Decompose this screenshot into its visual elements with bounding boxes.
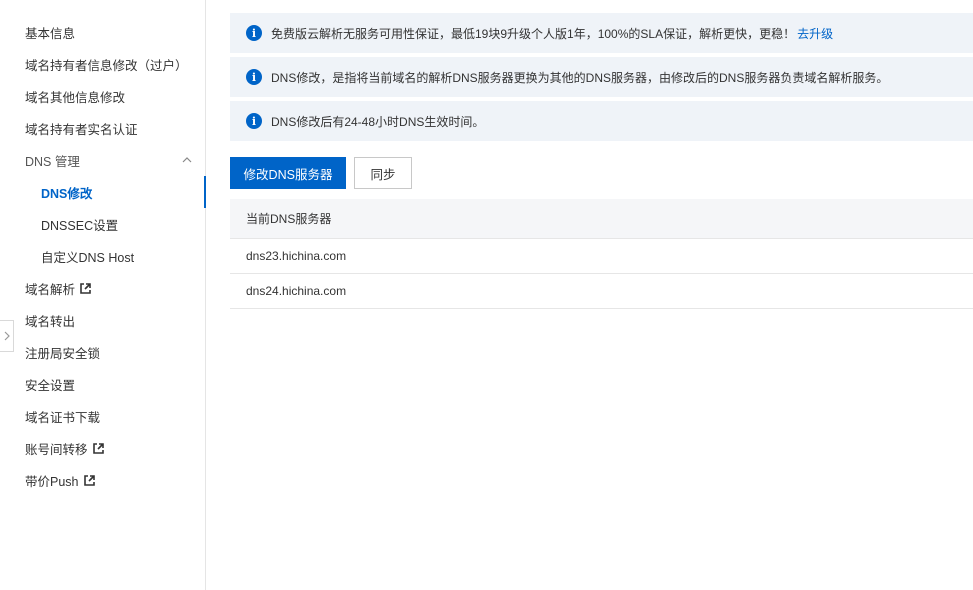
external-link-icon bbox=[83, 474, 95, 486]
upgrade-link[interactable]: 去升级 bbox=[797, 25, 833, 42]
chevron-right-icon bbox=[4, 331, 10, 341]
sidebar-item-label: 基本信息 bbox=[25, 26, 76, 41]
info-icon: i bbox=[246, 25, 262, 41]
sidebar-item-dns-host[interactable]: 自定义DNS Host bbox=[0, 240, 205, 272]
column-header-dns-server: 当前DNS服务器 bbox=[246, 212, 332, 226]
sidebar-item-price-push[interactable]: 带价Push bbox=[0, 464, 205, 496]
dns-server-table: 当前DNS服务器 dns23.hichina.com dns24.hichina… bbox=[230, 199, 973, 309]
sidebar: 基本信息 域名持有者信息修改（过户） 域名其他信息修改 域名持有者实名认证 DN… bbox=[0, 0, 206, 590]
sidebar-item-dnssec[interactable]: DNSSEC设置 bbox=[0, 208, 205, 240]
sidebar-item-transfer-out[interactable]: 域名转出 bbox=[0, 304, 205, 336]
sidebar-item-owner-transfer[interactable]: 域名持有者信息修改（过户） bbox=[0, 48, 205, 80]
sidebar-item-other-info[interactable]: 域名其他信息修改 bbox=[0, 80, 205, 112]
alert-upgrade: i 免费版云解析无服务可用性保证，最低19块9升级个人版1年，100%的SLA保… bbox=[230, 13, 973, 53]
sidebar-item-label: 带价Push bbox=[25, 474, 79, 489]
alert-dns-explain: i DNS修改，是指将当前域名的解析DNS服务器更换为其他的DNS服务器，由修改… bbox=[230, 57, 973, 97]
sidebar-item-label: 域名解析 bbox=[25, 282, 76, 297]
sidebar-item-basic-info[interactable]: 基本信息 bbox=[0, 16, 205, 48]
sidebar-item-label: 域名持有者实名认证 bbox=[25, 122, 138, 137]
sidebar-item-label: 域名其他信息修改 bbox=[25, 90, 126, 105]
alert-dns-effect-time: i DNS修改后有24-48小时DNS生效时间。 bbox=[230, 101, 973, 141]
sidebar-item-label: DNSSEC设置 bbox=[41, 218, 119, 233]
sidebar-item-security[interactable]: 安全设置 bbox=[0, 368, 205, 400]
sidebar-group-dns[interactable]: DNS 管理 bbox=[0, 144, 205, 176]
table-row: dns23.hichina.com bbox=[230, 239, 973, 274]
modify-dns-button[interactable]: 修改DNS服务器 bbox=[230, 157, 346, 189]
alert-text: DNS修改后有24-48小时DNS生效时间。 bbox=[271, 114, 485, 129]
info-icon: i bbox=[246, 69, 262, 85]
dns-server-value: dns24.hichina.com bbox=[246, 284, 347, 298]
dns-server-value: dns23.hichina.com bbox=[246, 249, 347, 263]
sidebar-item-label: 域名转出 bbox=[25, 314, 76, 329]
external-link-icon bbox=[80, 282, 91, 294]
sidebar-item-label: 自定义DNS Host bbox=[41, 250, 135, 265]
sidebar-item-dns-modify[interactable]: DNS修改 bbox=[0, 176, 206, 208]
sidebar-item-registry-lock[interactable]: 注册局安全锁 bbox=[0, 336, 205, 368]
sidebar-item-label: DNS修改 bbox=[41, 186, 93, 201]
table-header: 当前DNS服务器 bbox=[230, 199, 973, 239]
sidebar-item-label: 域名证书下载 bbox=[25, 410, 101, 425]
alert-text: 免费版云解析无服务可用性保证，最低19块9升级个人版1年，100%的SLA保证，… bbox=[271, 26, 796, 41]
chevron-up-icon bbox=[182, 157, 192, 163]
sidebar-item-label: DNS 管理 bbox=[25, 154, 80, 169]
sidebar-item-account-transfer[interactable]: 账号间转移 bbox=[0, 432, 205, 464]
info-icon: i bbox=[246, 113, 262, 129]
sidebar-toggle-button[interactable] bbox=[0, 320, 14, 352]
sidebar-item-domain-resolve[interactable]: 域名解析 bbox=[0, 272, 205, 304]
alert-text: DNS修改，是指将当前域名的解析DNS服务器更换为其他的DNS服务器，由修改后的… bbox=[271, 70, 889, 85]
sync-button[interactable]: 同步 bbox=[354, 157, 412, 189]
sidebar-item-label: 域名持有者信息修改（过户） bbox=[25, 58, 188, 73]
sidebar-item-label: 注册局安全锁 bbox=[25, 346, 101, 361]
table-row: dns24.hichina.com bbox=[230, 274, 973, 309]
external-link-icon bbox=[92, 442, 104, 454]
sidebar-item-label: 安全设置 bbox=[25, 378, 76, 393]
sidebar-item-cert-download[interactable]: 域名证书下载 bbox=[0, 400, 205, 432]
sidebar-item-label: 账号间转移 bbox=[25, 442, 88, 457]
sidebar-item-real-name[interactable]: 域名持有者实名认证 bbox=[0, 112, 205, 144]
